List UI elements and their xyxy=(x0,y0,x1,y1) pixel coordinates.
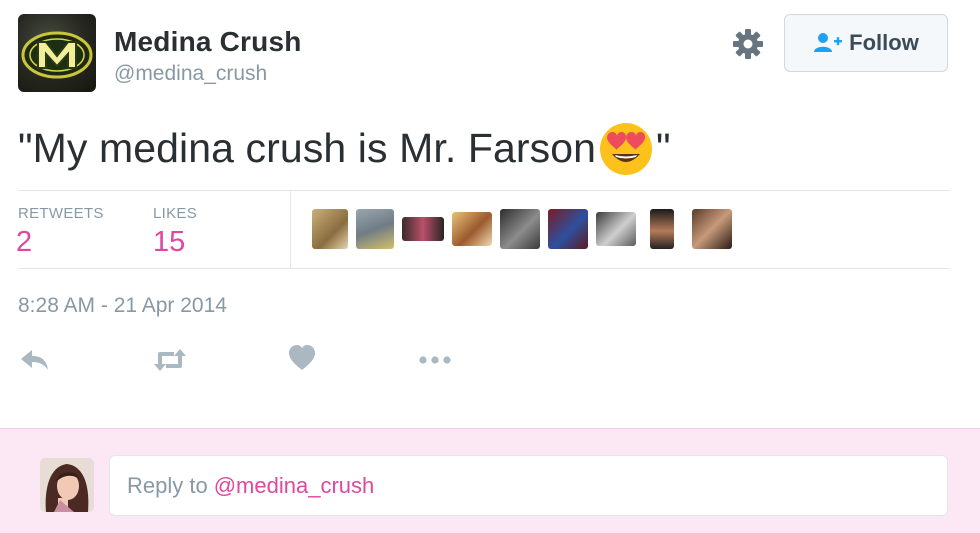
like-heart-icon[interactable] xyxy=(287,344,321,376)
tweet-timestamp[interactable]: 8:28 AM - 21 Apr 2014 xyxy=(18,294,227,318)
liker-avatar[interactable] xyxy=(692,209,732,249)
follow-button[interactable]: Follow xyxy=(784,14,948,72)
reply-input[interactable]: Reply to @medina_crush xyxy=(109,455,948,516)
tweet-text-main: "My medina crush is Mr. Farson xyxy=(18,125,597,171)
liker-avatars xyxy=(312,209,740,249)
current-user-avatar[interactable] xyxy=(40,458,94,512)
profile-avatar[interactable] xyxy=(18,14,96,92)
liker-avatar[interactable] xyxy=(452,212,492,246)
reply-placeholder-prefix: Reply to xyxy=(127,472,208,498)
add-user-icon xyxy=(814,33,843,52)
retweets-label[interactable]: RETWEETS xyxy=(18,205,104,222)
liker-avatar[interactable] xyxy=(596,212,636,246)
liker-avatar[interactable] xyxy=(312,209,348,249)
reply-icon[interactable] xyxy=(18,344,52,376)
divider xyxy=(290,191,291,268)
divider xyxy=(18,268,950,269)
reply-placeholder-mention: @medina_crush xyxy=(213,472,375,498)
tweet-text: "My medina crush is Mr. Farson " xyxy=(18,120,671,176)
retweet-icon[interactable] xyxy=(152,344,186,376)
liker-avatar[interactable] xyxy=(402,217,444,241)
follow-label: Follow xyxy=(849,30,919,55)
retweets-count[interactable]: 2 xyxy=(16,226,32,259)
more-dots-icon[interactable] xyxy=(418,344,452,376)
liker-avatar[interactable] xyxy=(650,209,674,249)
heart-eyes-emoji-icon xyxy=(600,123,653,175)
liker-avatar[interactable] xyxy=(500,209,540,249)
gear-icon[interactable] xyxy=(730,26,766,62)
medina-m-logo-icon xyxy=(21,31,93,79)
user-handle[interactable]: @medina_crush xyxy=(114,62,267,86)
liker-avatar[interactable] xyxy=(548,209,588,249)
likes-label[interactable]: LIKES xyxy=(153,205,197,222)
likes-count[interactable]: 15 xyxy=(153,226,185,259)
display-name[interactable]: Medina Crush xyxy=(114,26,302,58)
divider xyxy=(18,190,950,191)
liker-avatar[interactable] xyxy=(356,209,394,249)
tweet-text-close-quote: " xyxy=(656,125,671,171)
